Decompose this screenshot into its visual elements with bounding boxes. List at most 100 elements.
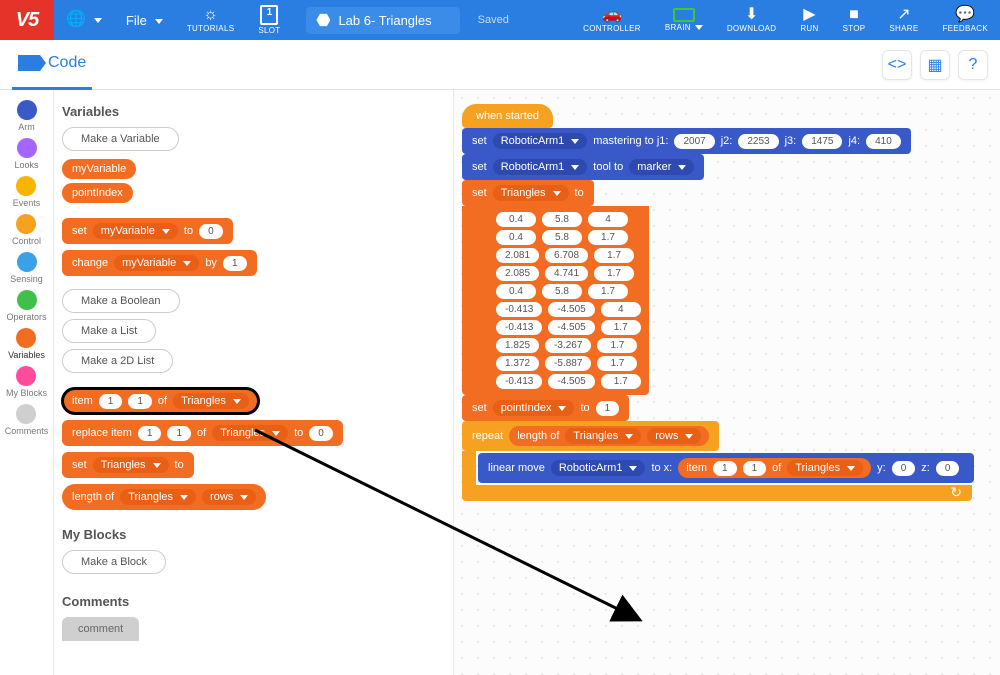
category-events[interactable]: Events [13,174,41,210]
script-canvas[interactable]: when started set RoboticArm1 mastering t… [454,90,1000,675]
project-icon [316,13,330,27]
set-2dlist-block-palette[interactable]: set Triangles to [62,452,194,478]
data-cell[interactable]: 6.708 [545,248,588,263]
data-cell[interactable]: 1.825 [496,338,539,353]
data-cell[interactable]: -0.413 [496,302,542,317]
item-of-2dlist-block[interactable]: item 1 1 of Triangles [62,388,259,414]
set-pointindex-block[interactable]: set pointIndex to 1 [462,395,629,421]
data-cell[interactable]: -5.887 [545,356,591,371]
data-cell[interactable]: 1.7 [597,356,637,371]
data-row[interactable]: -0.413 -4.505 4 [496,302,641,317]
globe-menu[interactable]: 🌐 [54,0,114,40]
data-cell[interactable]: 0.4 [496,212,536,227]
make-variable-button[interactable]: Make a Variable [62,127,179,151]
category-dot [17,138,37,158]
category-label: Arm [18,122,35,132]
category-sensing[interactable]: Sensing [10,250,43,286]
data-row[interactable]: 2.085 4.741 1.7 [496,266,641,281]
data-cell[interactable]: 1.7 [594,248,634,263]
variable-pointindex[interactable]: pointIndex [62,183,133,203]
category-dot [16,214,36,234]
make-boolean-button[interactable]: Make a Boolean [62,289,180,313]
set-2dlist-body[interactable]: 0.45.840.45.81.72.0816.7081.72.0854.7411… [462,206,649,395]
category-operators[interactable]: Operators [6,288,46,324]
data-cell[interactable]: 1.7 [601,320,641,335]
make-block-button[interactable]: Make a Block [62,550,166,574]
repeat-block-header[interactable]: repeat length of Triangles rows [462,421,719,451]
mastering-block[interactable]: set RoboticArm1 mastering to j1:2007 j2:… [462,128,911,154]
data-cell[interactable]: -4.505 [548,374,594,389]
data-row[interactable]: 0.4 5.8 4 [496,212,641,227]
category-label: My Blocks [6,388,47,398]
controller-button[interactable]: 🚗CONTROLLER [571,0,653,40]
tutorials-button[interactable]: ☼TUTORIALS [175,0,246,40]
comment-block[interactable]: comment [62,617,139,641]
data-row[interactable]: 2.081 6.708 1.7 [496,248,641,263]
category-control[interactable]: Control [12,212,41,248]
myblocks-header: My Blocks [62,527,443,542]
data-cell[interactable]: 1.372 [496,356,539,371]
share-button[interactable]: ↗SHARE [877,0,930,40]
devices-button[interactable]: ▦ [920,50,950,80]
set-variable-block[interactable]: set myVariable to 0 [62,218,233,244]
category-variables[interactable]: Variables [8,326,45,362]
data-cell[interactable]: -0.413 [496,374,542,389]
data-row[interactable]: -0.413 -4.505 1.7 [496,374,641,389]
project-title[interactable]: Lab 6- Triangles [306,7,459,34]
category-arm[interactable]: Arm [17,98,37,134]
data-cell[interactable]: 0.4 [496,230,536,245]
when-started-block[interactable]: when started [462,104,553,128]
data-cell[interactable]: 2.081 [496,248,539,263]
download-button[interactable]: ⬇DOWNLOAD [715,0,789,40]
data-cell[interactable]: -0.413 [496,320,542,335]
data-cell[interactable]: 5.8 [542,230,582,245]
brain-button[interactable]: BRAIN [653,0,715,40]
make-2dlist-button[interactable]: Make a 2D List [62,349,173,373]
category-dot [17,252,37,272]
stop-button[interactable]: ■STOP [831,0,878,40]
data-cell[interactable]: 1.7 [588,284,628,299]
help-button[interactable]: ? [958,50,988,80]
category-my-blocks[interactable]: My Blocks [6,364,47,400]
category-label: Comments [5,426,49,436]
data-cell[interactable]: 2.085 [496,266,539,281]
data-cell[interactable]: 4 [601,302,641,317]
set-triangles-block[interactable]: set Triangles to [462,180,594,206]
category-label: Sensing [10,274,43,284]
tool-block[interactable]: set RoboticArm1 tool to marker [462,154,704,180]
run-button[interactable]: ▶RUN [788,0,830,40]
data-cell[interactable]: 1.7 [594,266,634,281]
file-menu[interactable]: File [114,0,175,40]
category-comments[interactable]: Comments [5,402,49,438]
data-cell[interactable]: -4.505 [548,302,594,317]
data-row[interactable]: -0.413 -4.505 1.7 [496,320,641,335]
category-looks[interactable]: Looks [14,136,38,172]
flag-icon [18,55,40,71]
data-cell[interactable]: 4 [588,212,628,227]
data-cell[interactable]: 1.7 [597,338,637,353]
slot-button[interactable]: 1 SLOT [246,0,292,40]
linear-move-block[interactable]: linear move RoboticArm1 to x: item 1 1 o… [478,453,974,483]
data-cell[interactable]: 1.7 [601,374,641,389]
block-palette: Variables Make a Variable myVariable poi… [54,90,454,675]
feedback-button[interactable]: 💬FEEDBACK [930,0,1000,40]
tab-code[interactable]: Code [12,40,92,90]
data-row[interactable]: 1.372 -5.887 1.7 [496,356,641,371]
data-cell[interactable]: 1.7 [588,230,628,245]
data-row[interactable]: 0.4 5.8 1.7 [496,230,641,245]
data-cell[interactable]: 4.741 [545,266,588,281]
data-cell[interactable]: -3.267 [545,338,591,353]
data-row[interactable]: 1.825 -3.267 1.7 [496,338,641,353]
data-cell[interactable]: -4.505 [548,320,594,335]
make-list-button[interactable]: Make a List [62,319,156,343]
data-cell[interactable]: 5.8 [542,212,582,227]
length-of-block[interactable]: length of Triangles rows [62,484,266,510]
change-variable-block[interactable]: change myVariable by 1 [62,250,257,276]
variable-myvariable[interactable]: myVariable [62,159,136,179]
code-view-button[interactable]: <> [882,50,912,80]
data-cell[interactable]: 0.4 [496,284,536,299]
replace-item-block[interactable]: replace item 1 1 of Triangles to 0 [62,420,343,446]
data-row[interactable]: 0.4 5.8 1.7 [496,284,641,299]
logo: V5 [0,0,54,40]
data-cell[interactable]: 5.8 [542,284,582,299]
